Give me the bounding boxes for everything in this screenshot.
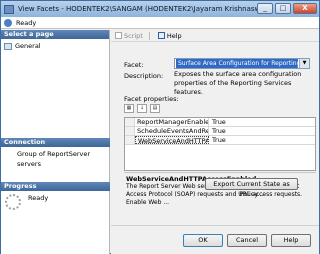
row-gutter (125, 127, 135, 135)
status-bar: Ready (1, 17, 319, 29)
page-icon (4, 42, 12, 50)
left-pane: Select a page General Connection Group o… (1, 30, 110, 254)
page-item-general[interactable]: General (1, 41, 109, 51)
description-text: Exposes the surface area configuration p… (174, 70, 302, 96)
window-controls: _ □ X (257, 3, 317, 14)
export-policy-button[interactable]: Export Current State as Policy... (205, 178, 298, 198)
dialog-button-bar: OK Cancel Help (111, 225, 319, 254)
categorized-icon[interactable]: ▦ (124, 104, 134, 113)
progress-spinner-icon (5, 194, 21, 210)
property-value[interactable]: True (209, 127, 315, 135)
connection-header: Connection (1, 138, 110, 147)
table-row[interactable]: WebServiceAndHTTPAccessE True (125, 136, 315, 145)
alphabetical-icon[interactable]: ↓ (137, 104, 147, 113)
property-value[interactable]: True (209, 136, 315, 144)
help-label: Help (166, 31, 182, 40)
description-label: Description: (124, 72, 164, 80)
toolbar-divider (148, 31, 150, 40)
help-button[interactable]: Help (271, 234, 311, 247)
toolbar-help-button[interactable]: Help (157, 31, 182, 40)
window-icon (4, 4, 14, 14)
right-pane: Script Help Facet: Surface Area Configur… (111, 30, 319, 224)
script-label: Script (124, 31, 143, 40)
property-name: WebServiceAndHTTPAccessE (135, 136, 209, 144)
progress-header: Progress (1, 182, 110, 191)
property-name: ReportManagerEnabled (137, 118, 209, 126)
row-gutter (125, 118, 135, 126)
property-value[interactable]: True (209, 118, 315, 126)
view-facets-dialog: View Facets - HODENTEK2\SANGAM (HODENTEK… (0, 0, 320, 254)
script-button[interactable]: Script (115, 32, 143, 40)
facet-selected-value: Surface Area Configuration for Reporting… (176, 59, 298, 68)
window-title: View Facets - HODENTEK2\SANGAM (HODENTEK… (18, 5, 258, 13)
facet-label: Facet: (124, 61, 144, 69)
status-text: Ready (16, 18, 37, 27)
property-name: ScheduleEventsAndReportDel (137, 127, 209, 135)
progress-status: Ready (5, 194, 48, 210)
title-bar: View Facets - HODENTEK2\SANGAM (HODENTEK… (1, 1, 319, 17)
table-row[interactable]: ScheduleEventsAndReportDel True (125, 127, 315, 136)
row-gutter (125, 136, 135, 144)
property-pages-icon[interactable]: ▤ (150, 104, 160, 113)
property-grid: ReportManagerEnabled True ScheduleEvents… (124, 117, 316, 171)
cancel-button[interactable]: Cancel (227, 234, 267, 247)
help-icon (157, 32, 165, 39)
property-toolbar: ▦ ↓ ▤ (124, 104, 160, 113)
close-button[interactable]: X (293, 3, 317, 14)
connection-text: Group of ReportServer servers (17, 150, 91, 168)
facet-properties-label: Facet properties: (124, 95, 179, 103)
facet-dropdown[interactable]: Surface Area Configuration for Reporting… (174, 58, 310, 69)
minimize-button[interactable]: _ (257, 3, 273, 14)
maximize-button[interactable]: □ (275, 3, 291, 14)
table-row[interactable]: ReportManagerEnabled True (125, 118, 315, 127)
page-item-label: General (15, 42, 41, 50)
ok-button[interactable]: OK (183, 234, 223, 247)
progress-text: Ready (28, 194, 49, 202)
info-icon (4, 18, 12, 27)
script-icon (115, 32, 122, 39)
select-page-header: Select a page (1, 30, 109, 39)
chevron-down-icon[interactable]: ▼ (299, 59, 309, 68)
toolbar: Script Help (111, 30, 319, 42)
